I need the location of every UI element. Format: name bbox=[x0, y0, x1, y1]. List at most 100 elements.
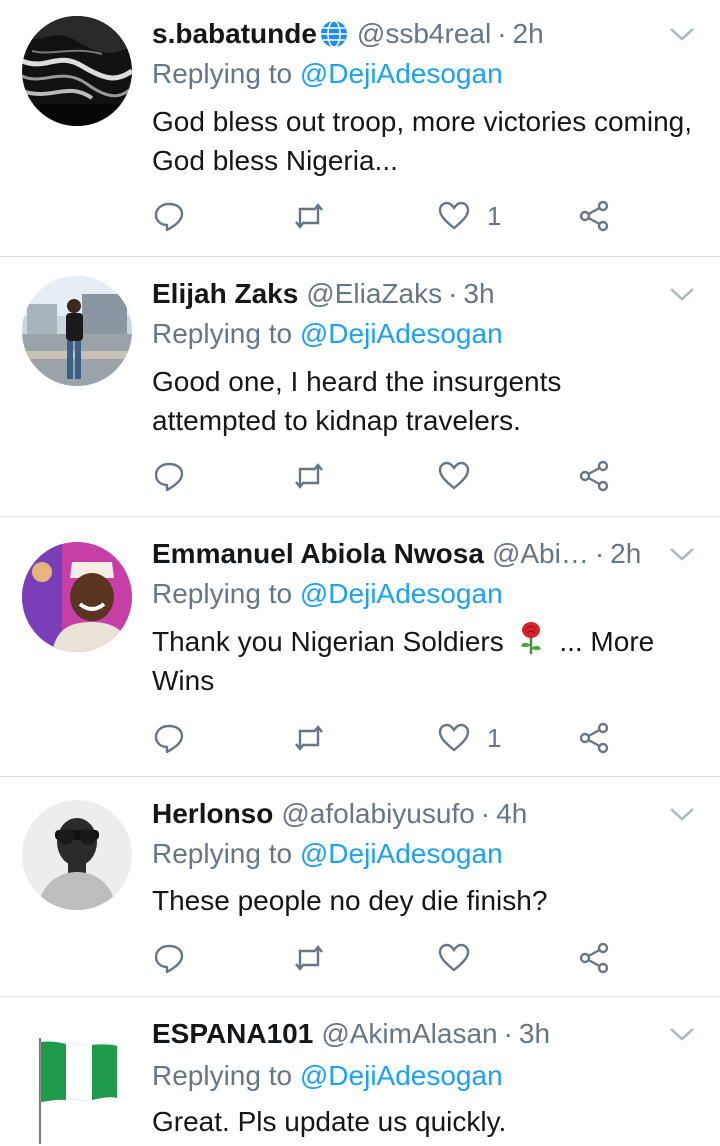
tweet-card[interactable]: ESPANA101 @AkimAlasan · 3h Replying to @… bbox=[0, 1014, 720, 1146]
timestamp[interactable]: 2h bbox=[610, 534, 641, 574]
like-count: 1 bbox=[487, 722, 502, 753]
reply-button[interactable] bbox=[152, 454, 186, 498]
heart-icon bbox=[438, 201, 470, 230]
reply-icon bbox=[154, 944, 184, 974]
sunglasses-man-image bbox=[22, 800, 132, 910]
tweet-header: Emmanuel Abiola Nwosa @Abi… · 2h bbox=[152, 534, 641, 574]
reply-prefix: Replying to bbox=[152, 578, 293, 609]
share-button[interactable] bbox=[577, 454, 611, 498]
tweet-header: Herlonso @afolabiyusufo · 4h bbox=[152, 794, 640, 834]
user-handle[interactable]: @ssb4real bbox=[357, 14, 491, 54]
reply-button[interactable] bbox=[152, 716, 186, 760]
divider bbox=[0, 516, 720, 517]
tweet-card[interactable]: s.babatunde @ssb4real · 2h Replying to @… bbox=[0, 14, 720, 254]
chevron-down-icon[interactable] bbox=[668, 804, 696, 824]
tweet-actions bbox=[152, 936, 632, 980]
replying-to: Replying to @DejiAdesogan bbox=[152, 834, 503, 874]
tweet-card[interactable]: Emmanuel Abiola Nwosa @Abi… · 2h Replyin… bbox=[0, 534, 720, 774]
chevron-down-icon[interactable] bbox=[668, 544, 696, 564]
like-button[interactable]: 1 bbox=[437, 716, 501, 760]
mention-link[interactable]: @DejiAdesogan bbox=[300, 318, 503, 349]
heart-icon bbox=[438, 461, 470, 490]
reply-prefix: Replying to bbox=[152, 1060, 293, 1091]
mention-link[interactable]: @DejiAdesogan bbox=[300, 578, 503, 609]
globe-icon bbox=[320, 20, 347, 48]
reply-prefix: Replying to bbox=[152, 58, 293, 89]
tweet-card[interactable]: Elijah Zaks @EliaZaks · 3h Replying to @… bbox=[0, 274, 720, 514]
user-handle[interactable]: @EliaZaks bbox=[306, 274, 442, 314]
separator-dot: · bbox=[448, 278, 458, 309]
mention-link[interactable]: @DejiAdesogan bbox=[300, 1060, 503, 1091]
user-handle[interactable]: @AkimAlasan bbox=[321, 1014, 497, 1054]
share-button[interactable] bbox=[577, 194, 611, 238]
avatar[interactable] bbox=[22, 542, 132, 652]
user-name[interactable]: ESPANA101 bbox=[152, 1014, 313, 1054]
retweet-icon bbox=[295, 203, 323, 229]
share-button[interactable] bbox=[577, 716, 611, 760]
user-handle[interactable]: @Abi… bbox=[492, 534, 589, 574]
reply-button[interactable] bbox=[152, 194, 186, 238]
user-name[interactable]: s.babatunde bbox=[152, 14, 317, 54]
like-button[interactable] bbox=[437, 454, 487, 498]
share-button[interactable] bbox=[577, 936, 611, 980]
user-handle[interactable]: @afolabiyusufo bbox=[281, 794, 474, 834]
timestamp[interactable]: 3h bbox=[463, 274, 494, 314]
share-icon bbox=[579, 460, 609, 492]
separator-dot: · bbox=[497, 18, 507, 49]
divider bbox=[0, 256, 720, 257]
tweet-text-part: Thank you Nigerian Soldiers bbox=[152, 626, 504, 657]
user-name[interactable]: Emmanuel Abiola Nwosa bbox=[152, 534, 484, 574]
tweet-card[interactable]: Herlonso @afolabiyusufo · 4h Replying to… bbox=[0, 794, 720, 994]
retweet-button[interactable] bbox=[292, 716, 326, 760]
replying-to: Replying to @DejiAdesogan bbox=[152, 1056, 503, 1096]
share-icon bbox=[579, 722, 609, 754]
tweet-text: These people no dey die finish? bbox=[152, 885, 548, 916]
chevron-down-icon[interactable] bbox=[668, 1024, 696, 1044]
smiling-man-cap-image bbox=[22, 542, 132, 652]
user-name[interactable]: Herlonso bbox=[152, 794, 273, 834]
man-standing-image bbox=[22, 276, 132, 386]
chevron-down-icon[interactable] bbox=[668, 284, 696, 304]
timestamp[interactable]: 4h bbox=[496, 794, 527, 834]
avatar[interactable] bbox=[22, 800, 132, 910]
retweet-icon bbox=[295, 725, 323, 751]
reply-icon bbox=[154, 202, 184, 232]
avatar[interactable] bbox=[22, 16, 132, 126]
replying-to: Replying to @DejiAdesogan bbox=[152, 314, 503, 354]
tweet-text: God bless out troop, more victories comi… bbox=[152, 106, 693, 176]
tweet-text: Great. Pls update us quickly. bbox=[152, 1106, 507, 1137]
nigeria-flag-image bbox=[22, 1036, 132, 1146]
timestamp[interactable]: 3h bbox=[519, 1014, 550, 1054]
retweet-button[interactable] bbox=[292, 194, 326, 238]
retweet-icon bbox=[295, 945, 323, 971]
ocean-waves-image bbox=[22, 16, 132, 126]
retweet-icon bbox=[295, 463, 323, 489]
tweet-actions bbox=[152, 454, 632, 498]
separator-dot: · bbox=[480, 798, 491, 829]
separator-dot: · bbox=[503, 1018, 513, 1049]
chevron-down-icon[interactable] bbox=[668, 24, 696, 44]
retweet-button[interactable] bbox=[292, 454, 326, 498]
tweet-actions: 1 bbox=[152, 716, 632, 760]
tweet-text: Thank you Nigerian Soldiers ... More Win… bbox=[152, 621, 692, 700]
retweet-button[interactable] bbox=[292, 936, 326, 980]
reply-button[interactable] bbox=[152, 936, 186, 980]
divider bbox=[0, 996, 720, 997]
replying-to: Replying to @DejiAdesogan bbox=[152, 54, 503, 94]
heart-icon bbox=[438, 943, 470, 972]
rose-emoji-icon bbox=[520, 622, 541, 654]
timestamp[interactable]: 2h bbox=[513, 14, 544, 54]
like-button[interactable] bbox=[437, 936, 487, 980]
divider bbox=[0, 776, 720, 777]
reply-icon bbox=[154, 724, 184, 754]
tweet-header: s.babatunde @ssb4real · 2h bbox=[152, 14, 640, 54]
user-name[interactable]: Elijah Zaks bbox=[152, 274, 298, 314]
avatar[interactable] bbox=[22, 1036, 132, 1146]
mention-link[interactable]: @DejiAdesogan bbox=[300, 58, 503, 89]
mention-link[interactable]: @DejiAdesogan bbox=[300, 838, 503, 869]
like-button[interactable]: 1 bbox=[437, 194, 501, 238]
reply-icon bbox=[154, 462, 184, 492]
tweet-header: ESPANA101 @AkimAlasan · 3h bbox=[152, 1014, 640, 1054]
avatar[interactable] bbox=[22, 276, 132, 386]
replying-to: Replying to @DejiAdesogan bbox=[152, 574, 503, 614]
